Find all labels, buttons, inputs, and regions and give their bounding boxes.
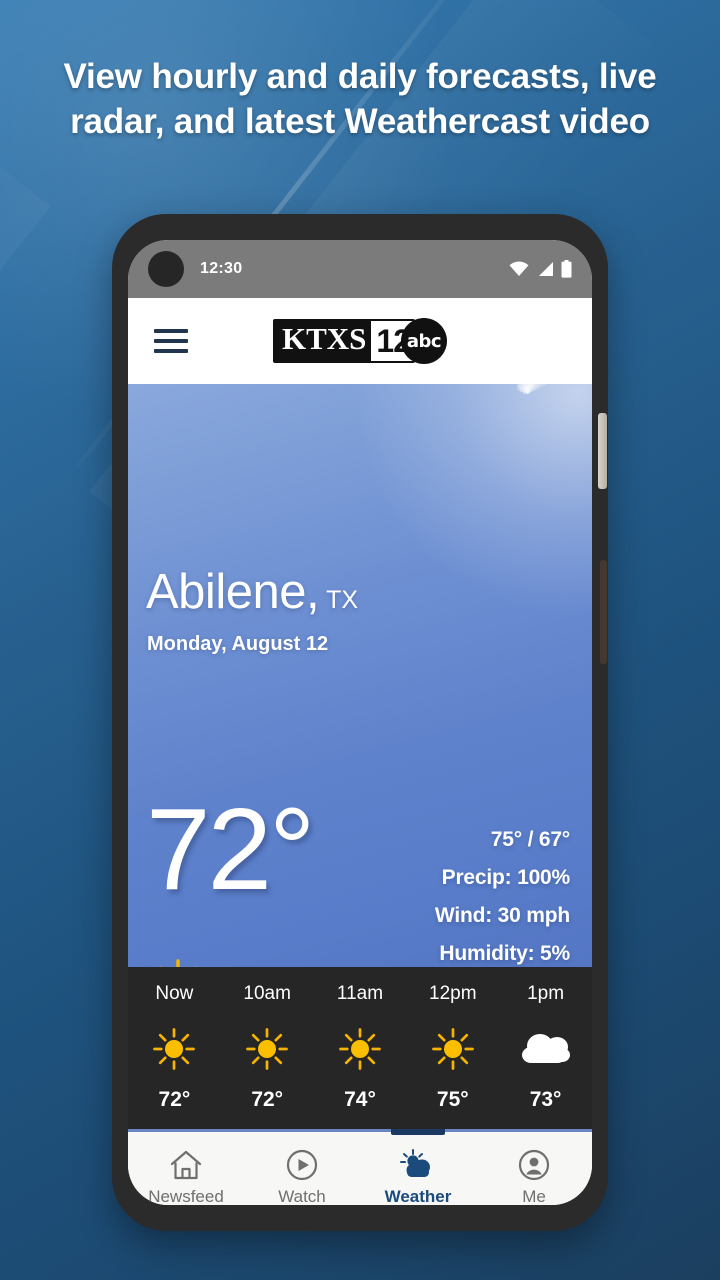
hourly-temperature: 75° xyxy=(436,1088,469,1111)
hamburger-line xyxy=(154,339,188,343)
hourly-forecast-item[interactable]: 11am 74° xyxy=(314,977,407,1112)
app-header: KTXS 12 abc xyxy=(128,298,592,384)
wifi-icon xyxy=(509,261,529,276)
status-bar-time: 12:30 xyxy=(200,260,243,277)
phone-volume-button[interactable] xyxy=(600,560,607,664)
person-circle-icon xyxy=(518,1149,550,1181)
nav-tab-label: Watch xyxy=(278,1187,326,1205)
hourly-time-label: 10am xyxy=(243,983,291,1004)
camera-punch-hole xyxy=(148,251,184,287)
current-date: Monday, August 12 xyxy=(147,633,329,655)
nav-icon-wrapper xyxy=(286,1146,318,1184)
hourly-forecast-item[interactable]: 10am 72° xyxy=(221,977,314,1112)
location-heading: Abilene, TX xyxy=(146,566,358,618)
logo-call-letters: KTXS xyxy=(274,321,372,361)
cell-signal-icon xyxy=(539,262,553,276)
nav-icon-wrapper xyxy=(400,1146,436,1184)
sun-cloud-icon xyxy=(400,1149,430,1177)
status-bar: 12:30 xyxy=(128,240,592,298)
hourly-weather-icon xyxy=(339,1027,381,1071)
hamburger-line xyxy=(154,329,188,333)
abc-network-icon: abc xyxy=(401,318,448,364)
logo-box: KTXS 12 xyxy=(272,319,416,363)
hourly-time-label: 12pm xyxy=(429,983,477,1004)
sun-icon xyxy=(159,959,197,967)
sun-icon xyxy=(153,1028,196,1070)
hourly-forecast-item[interactable]: 12pm 75° xyxy=(406,977,499,1112)
nav-tab-weather[interactable]: Weather xyxy=(360,1129,476,1205)
hamburger-line xyxy=(154,349,188,353)
hourly-weather-icon xyxy=(520,1027,572,1071)
phone-screen: 12:30 KTXS 12 abc Abilene, TX Monday, Au… xyxy=(128,240,592,1205)
active-tab-indicator xyxy=(391,1129,445,1135)
current-condition: Sunny xyxy=(150,958,297,967)
hourly-forecast-item[interactable]: Now 72° xyxy=(128,977,221,1112)
play-circle-icon xyxy=(286,1149,318,1181)
hourly-temperature: 73° xyxy=(529,1088,562,1111)
logo-network-text: abc xyxy=(406,330,442,352)
nav-tab-label: Weather xyxy=(384,1187,452,1205)
nav-tab-newsfeed[interactable]: Newsfeed xyxy=(128,1132,244,1205)
hourly-temperature: 74° xyxy=(344,1088,376,1111)
hourly-forecast-strip[interactable]: Now 72° 10am 72° 11am 74° 12pm 75° 1pm 7… xyxy=(128,967,592,1129)
city-name: Abilene, xyxy=(146,565,320,619)
nav-icon-wrapper xyxy=(518,1146,550,1184)
promo-headline-line-1: View hourly and daily forecasts, live xyxy=(63,57,657,96)
hourly-temperature: 72° xyxy=(158,1088,191,1111)
hourly-temperature: 72° xyxy=(251,1088,284,1111)
status-bar-icons xyxy=(509,260,572,278)
hourly-weather-icon xyxy=(246,1027,289,1071)
hamburger-menu-icon[interactable] xyxy=(154,329,188,353)
sun-icon xyxy=(339,1028,381,1070)
home-icon xyxy=(170,1150,202,1180)
nav-tab-watch[interactable]: Watch xyxy=(244,1132,360,1205)
hourly-forecast-item[interactable]: 1pm 73° xyxy=(499,977,592,1112)
station-logo[interactable]: KTXS 12 abc xyxy=(272,318,448,364)
cloud-icon xyxy=(521,1034,570,1063)
hourly-time-label: 11am xyxy=(336,983,384,1004)
hourly-weather-icon xyxy=(153,1027,196,1071)
hourly-time-label: Now xyxy=(155,983,194,1004)
sun-icon xyxy=(431,1028,474,1070)
promo-headline: View hourly and daily forecasts, live ra… xyxy=(0,54,720,144)
precipitation-value: Precip: 100% xyxy=(441,866,571,889)
bottom-navigation-bar: Newsfeed Watch Weather Me xyxy=(128,1129,592,1205)
nav-icon-wrapper xyxy=(169,1146,203,1184)
phone-power-button[interactable] xyxy=(598,413,607,489)
sun-glow xyxy=(358,384,592,614)
promo-headline-line-2: radar, and latest Weathercast video xyxy=(70,102,650,141)
state-abbreviation: TX xyxy=(326,586,359,614)
humidity-value: Humidity: 5% xyxy=(439,942,570,965)
current-weather-card[interactable]: Abilene,TX Monday, August 12 72° Sunny xyxy=(128,384,592,967)
nav-tab-label: Newsfeed xyxy=(148,1187,224,1205)
hourly-time-label: 1pm xyxy=(527,983,565,1004)
current-temperature: 72° xyxy=(146,784,315,914)
battery-icon xyxy=(561,260,572,278)
weather-details-list: 75° / 67° Precip: 100% Wind: 30 mph Humi… xyxy=(435,821,570,967)
high-low-temp: 75° / 67° xyxy=(490,828,570,851)
wind-value: Wind: 30 mph xyxy=(434,904,570,927)
hourly-weather-icon xyxy=(431,1027,474,1071)
nav-tab-me[interactable]: Me xyxy=(476,1132,592,1205)
nav-tab-label: Me xyxy=(522,1187,546,1205)
sun-icon xyxy=(246,1028,289,1070)
